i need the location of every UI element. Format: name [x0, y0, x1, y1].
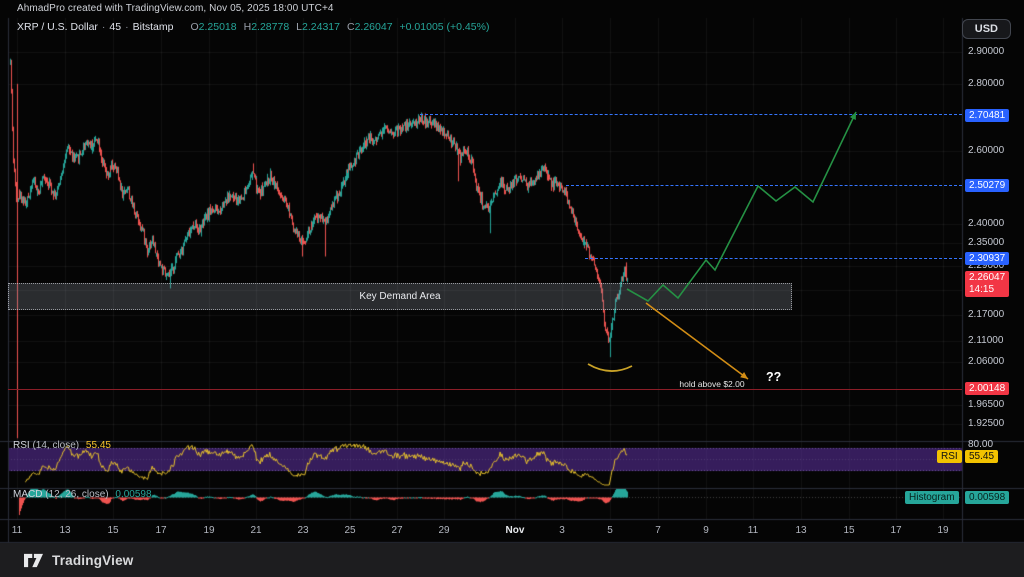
tradingview-logo-icon[interactable]	[24, 552, 43, 569]
price-axis[interactable]: 2.900002.800002.600002.400002.350002.290…	[962, 18, 1024, 542]
legend-separator: ·	[125, 21, 129, 33]
tradingview-chart-window: AhmadPro created with TradingView.com, N…	[0, 0, 1024, 577]
close-value: 2.26047	[355, 21, 393, 33]
rsi-indicator-label[interactable]: RSI (14, close) 55.45	[13, 440, 111, 451]
resistance-level-line[interactable]	[566, 185, 962, 186]
price-level-tag: 2.50279	[965, 179, 1009, 192]
alert-price-tag: 2.00148	[965, 382, 1009, 395]
price-axis-label: 2.17000	[968, 309, 1004, 320]
symbol-legend: XRP / U.S. Dollar·45·BitstampO2.25018H2.…	[17, 21, 489, 33]
time-axis-label: 17	[144, 525, 178, 536]
resistance-level-line[interactable]	[585, 258, 962, 259]
price-axis-label: 1.92500	[968, 418, 1004, 429]
time-axis-label: 21	[239, 525, 273, 536]
macd-indicator-label[interactable]: MACD (12, 26, close) 0.00598	[13, 489, 152, 500]
time-axis-label: 17	[879, 525, 913, 536]
time-axis-label: 15	[96, 525, 130, 536]
time-axis-label: 27	[380, 525, 414, 536]
high-value: 2.28778	[251, 21, 289, 33]
open-value: 2.25018	[199, 21, 237, 33]
macd-params: (12, 26, close)	[45, 489, 108, 500]
time-axis-label: 11	[0, 525, 34, 536]
price-axis-label: 2.35000	[968, 237, 1004, 248]
time-axis-label: 13	[784, 525, 818, 536]
rsi-name: RSI	[13, 440, 30, 451]
price-level-tag: 2.70481	[965, 109, 1009, 122]
time-axis-label: 13	[48, 525, 82, 536]
price-axis-label: 2.60000	[968, 145, 1004, 156]
key-demand-area-zone[interactable]: Key Demand Area	[8, 283, 792, 310]
macd-value: 0.00598	[115, 489, 151, 500]
rsi-value-tag: 55.45	[965, 450, 998, 463]
ohlc-values: O2.25018H2.28778L2.24317C2.26047+0.01005…	[183, 21, 489, 33]
price-axis-label: 2.11000	[968, 335, 1003, 346]
time-axis-label: 19	[192, 525, 226, 536]
symbol-title[interactable]: XRP / U.S. Dollar	[17, 21, 98, 33]
histogram-plot-tag: Histogram	[905, 491, 959, 504]
low-value: 2.24317	[302, 21, 340, 33]
time-axis-label: Nov	[498, 525, 532, 536]
time-axis[interactable]: 11131517192123252729Nov35791113151719	[8, 520, 962, 542]
rsi-axis-label: 80.00	[968, 439, 993, 450]
hold-above-note[interactable]: hold above $2.00	[647, 379, 777, 389]
price-axis-label: 2.40000	[968, 218, 1004, 229]
rsi-value: 55.45	[86, 440, 111, 451]
close-label: C	[347, 21, 355, 33]
time-axis-label: 19	[926, 525, 960, 536]
price-axis-label: 2.06000	[968, 356, 1004, 367]
time-axis-label: 3	[545, 525, 579, 536]
open-label: O	[190, 21, 198, 33]
time-axis-label: 9	[689, 525, 723, 536]
time-axis-label: 15	[832, 525, 866, 536]
last-price-tag: 2.2604714:15	[965, 271, 1009, 297]
time-axis-label: 11	[736, 525, 770, 536]
time-axis-label: 5	[593, 525, 627, 536]
snapshot-credit: AhmadPro created with TradingView.com, N…	[17, 3, 334, 14]
price-axis-label: 2.90000	[968, 46, 1004, 57]
time-axis-label: 25	[333, 525, 367, 536]
rsi-params: (14, close)	[32, 440, 79, 451]
question-marks-note[interactable]: ??	[766, 370, 781, 384]
price-level-tag: 2.30937	[965, 252, 1009, 265]
resistance-level-line[interactable]	[420, 114, 962, 115]
time-axis-label: 29	[427, 525, 461, 536]
price-axis-label: 2.80000	[968, 78, 1004, 89]
macd-name: MACD	[13, 489, 42, 500]
alert-price-line[interactable]	[8, 389, 962, 391]
change-value: +0.01005 (+0.45%)	[400, 21, 490, 33]
exchange-label[interactable]: Bitstamp	[133, 21, 174, 33]
price-axis-label: 1.96500	[968, 399, 1004, 410]
rsi-plot-tag: RSI	[937, 450, 962, 463]
tradingview-brand-text[interactable]: TradingView	[52, 553, 133, 568]
footer-bar: TradingView	[0, 543, 1024, 577]
interval-label[interactable]: 45	[109, 21, 121, 33]
currency-toggle-button[interactable]: USD	[962, 19, 1011, 39]
macd-histogram-value-tag: 0.00598	[965, 491, 1009, 504]
key-demand-area-label: Key Demand Area	[359, 291, 440, 302]
time-axis-label: 7	[641, 525, 675, 536]
time-axis-label: 23	[286, 525, 320, 536]
legend-separator: ·	[102, 21, 106, 33]
